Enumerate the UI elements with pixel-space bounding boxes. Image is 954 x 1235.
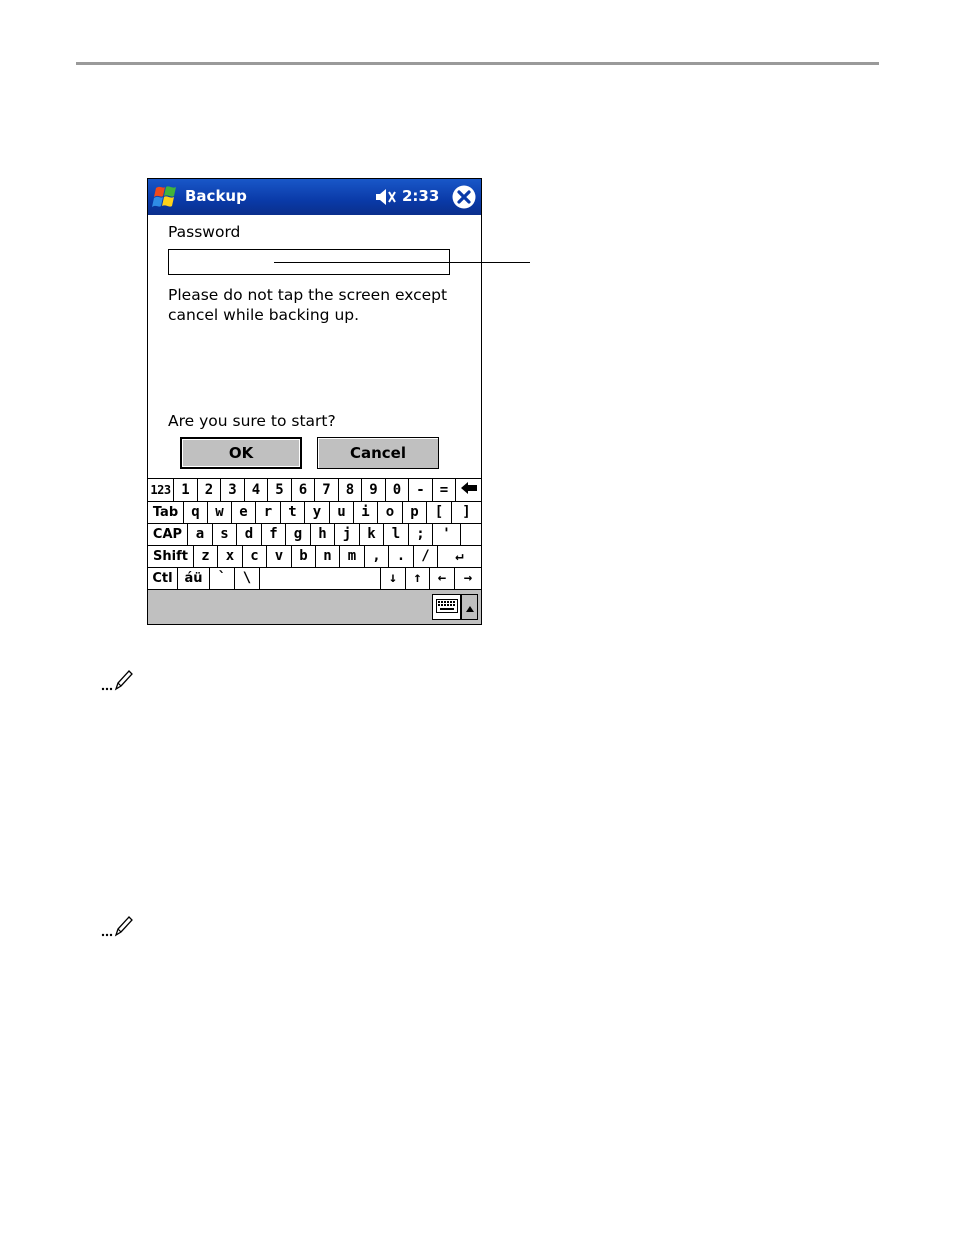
key-shift[interactable]: Shift [148,545,194,567]
key-arrow-down[interactable]: ↓ [381,567,406,589]
clock[interactable]: 2:33 [402,187,439,205]
key-o[interactable]: o [378,501,403,523]
backup-warning-message: Please do not tap the screen except canc… [168,286,448,324]
key-e[interactable]: e [232,501,256,523]
backspace-arrow-icon [460,481,478,499]
ok-button[interactable]: OK [180,437,302,469]
key-y[interactable]: y [305,501,330,523]
key-j[interactable]: j [335,523,360,545]
key-r[interactable]: r [256,501,281,523]
key-period[interactable]: . [389,545,414,567]
key-9[interactable]: 9 [362,479,386,501]
key-enter[interactable]: ↵ [438,545,481,567]
password-label: Password [168,223,241,241]
keyboard-toggle-button[interactable] [432,594,461,620]
key-5[interactable]: 5 [268,479,292,501]
key-c[interactable]: c [243,545,267,567]
caret-up-icon [465,598,475,617]
key-arrow-right[interactable]: → [455,567,481,589]
key-semicolon[interactable]: ; [409,523,433,545]
key-q[interactable]: q [184,501,208,523]
key-comma[interactable]: , [365,545,389,567]
key-slash[interactable]: / [414,545,438,567]
key-t[interactable]: t [281,501,305,523]
soft-keyboard: 123 1 2 3 4 5 6 7 8 9 0 - = Tab q w e r [148,478,481,590]
key-0[interactable]: 0 [386,479,409,501]
key-backspace[interactable] [456,479,481,501]
key-accents[interactable]: áü [178,567,210,589]
key-8[interactable]: 8 [339,479,362,501]
confirm-question: Are you sure to start? [168,412,336,430]
key-l[interactable]: l [384,523,409,545]
key-backtick[interactable]: ` [210,567,235,589]
key-arrow-up[interactable]: ↑ [406,567,430,589]
key-7[interactable]: 7 [315,479,339,501]
key-space[interactable] [260,567,381,589]
key-quote[interactable]: ' [433,523,461,545]
pencil-note-icon [100,914,140,940]
key-caps[interactable]: CAP [148,523,188,545]
key-backslash[interactable]: \ [235,567,260,589]
key-3[interactable]: 3 [221,479,245,501]
keyboard-row-bottom: Shift z x c v b n m , . / ↵ [148,545,481,568]
key-tab[interactable]: Tab [148,501,184,523]
pocket-pc-screen: Backup 2:33 Password Please do not tap t… [147,178,482,625]
key-s[interactable]: s [213,523,237,545]
keyboard-row-control: Ctl áü ` \ ↓ ↑ ← → [148,567,481,589]
title-bar: Backup 2:33 [148,179,481,215]
key-i[interactable]: i [354,501,378,523]
cancel-button[interactable]: Cancel [317,437,439,469]
key-k[interactable]: k [360,523,384,545]
key-n[interactable]: n [316,545,340,567]
callout-line [274,262,530,263]
key-right-bracket[interactable]: ] [452,501,481,523]
keyboard-row-home: CAP a s d f g h j k l ; ' [148,523,481,546]
key-v[interactable]: v [267,545,292,567]
close-circle-icon[interactable] [451,184,477,210]
pencil-note-icon [100,668,140,694]
key-1[interactable]: 1 [174,479,198,501]
command-bar [148,589,481,624]
top-rule [76,62,879,65]
key-b[interactable]: b [292,545,316,567]
keyboard-row-qwerty: Tab q w e r t y u i o p [ ] [148,501,481,524]
key-u[interactable]: u [330,501,354,523]
keyboard-icon [435,598,458,617]
key-p[interactable]: p [403,501,427,523]
key-2[interactable]: 2 [198,479,221,501]
key-arrow-left[interactable]: ← [430,567,455,589]
key-f[interactable]: f [262,523,286,545]
speaker-muted-icon[interactable] [374,187,398,207]
key-left-bracket[interactable]: [ [427,501,452,523]
key-ctrl[interactable]: Ctl [148,567,178,589]
key-a[interactable]: a [188,523,213,545]
key-w[interactable]: w [208,501,232,523]
key-equals[interactable]: = [433,479,456,501]
key-x[interactable]: x [218,545,243,567]
key-minus[interactable]: - [409,479,433,501]
key-d[interactable]: d [237,523,262,545]
keyboard-row-numbers: 123 1 2 3 4 5 6 7 8 9 0 - = [148,479,481,502]
key-h[interactable]: h [311,523,335,545]
key-z[interactable]: z [194,545,218,567]
key-6[interactable]: 6 [292,479,315,501]
key-g[interactable]: g [286,523,311,545]
windows-flag-icon[interactable] [150,183,180,211]
key-m[interactable]: m [340,545,365,567]
window-title: Backup [185,187,247,205]
key-123[interactable]: 123 [148,479,174,501]
key-4[interactable]: 4 [245,479,268,501]
input-menu-arrow-button[interactable] [461,594,478,620]
